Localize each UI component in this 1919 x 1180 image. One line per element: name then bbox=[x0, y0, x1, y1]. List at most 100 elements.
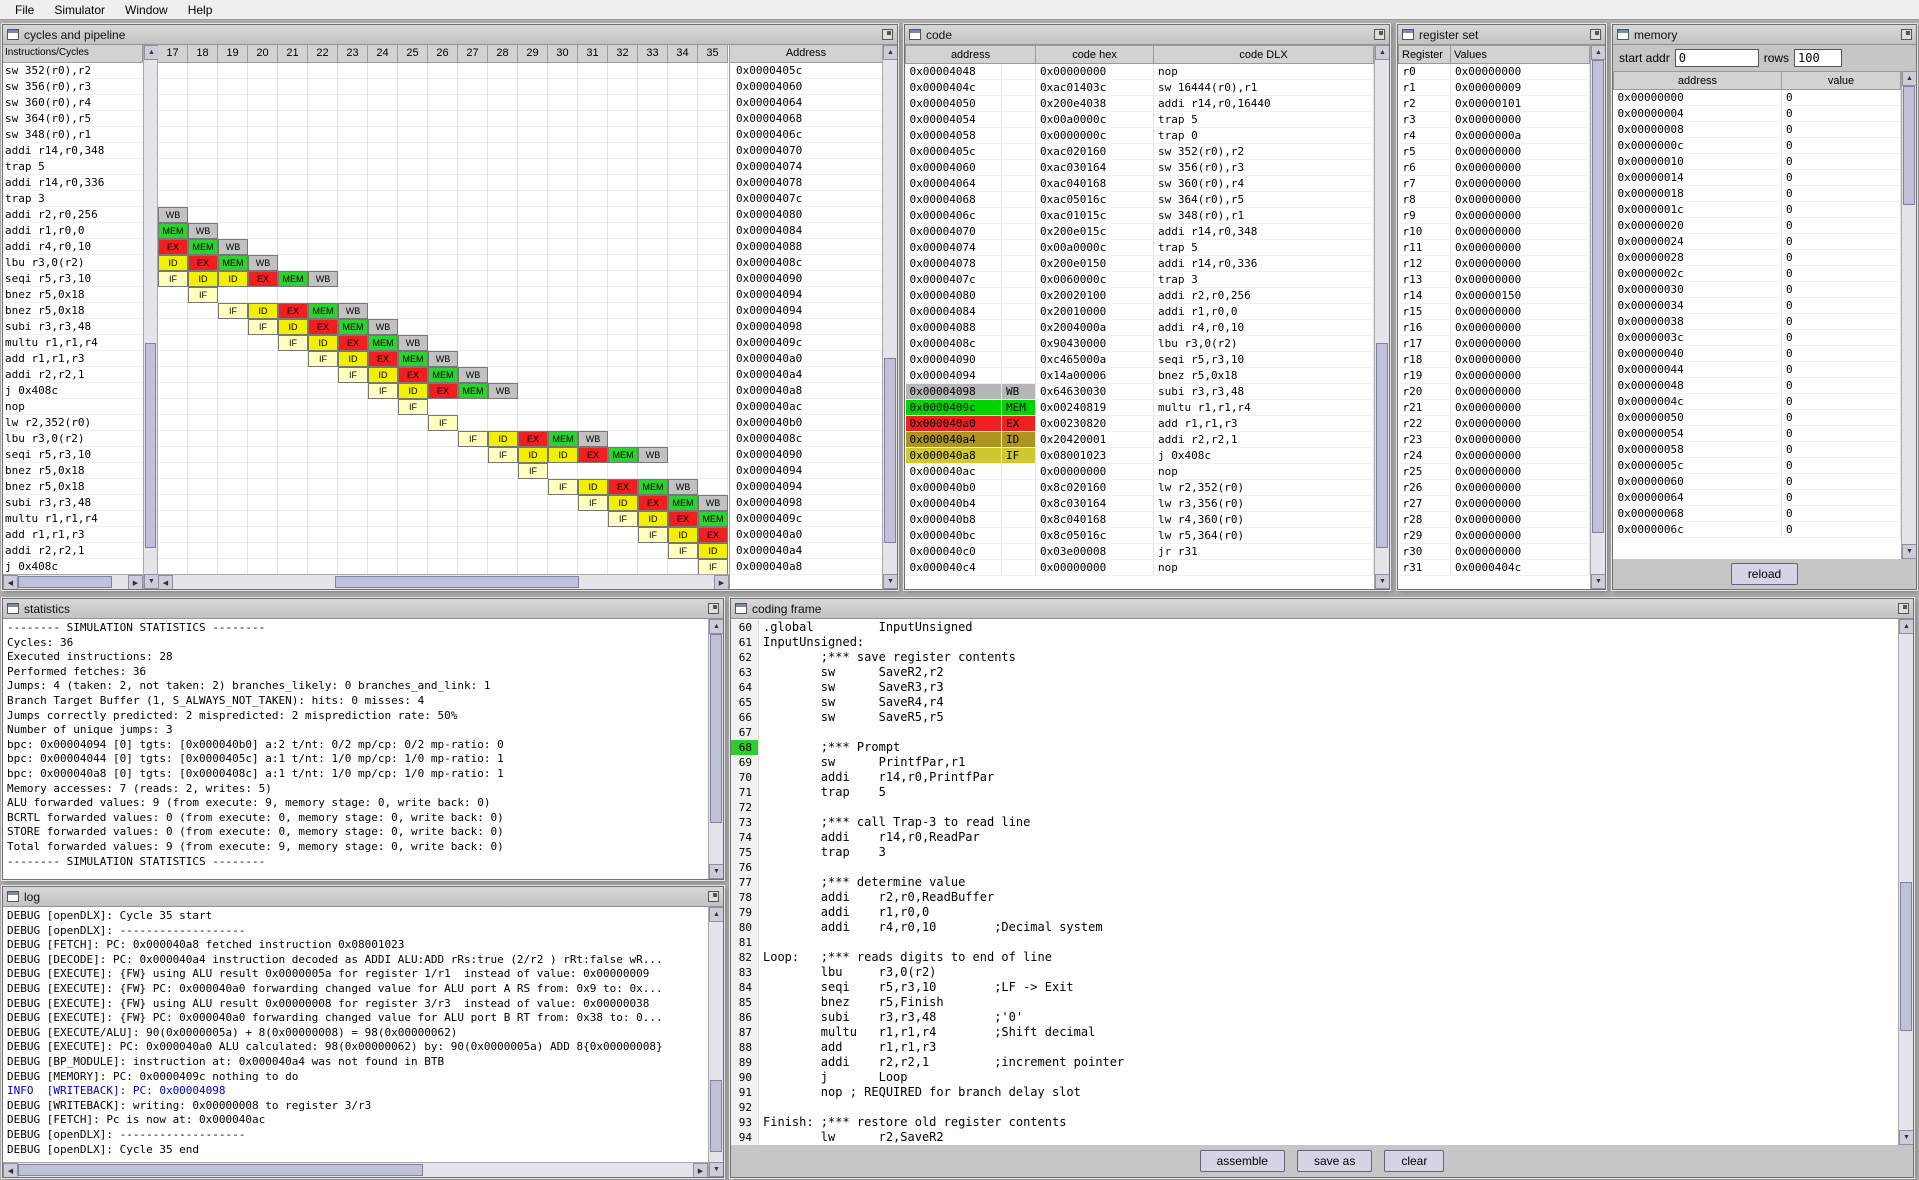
register-row[interactable]: r22 0x00000000 bbox=[1398, 415, 1590, 432]
code-titlebar[interactable]: code bbox=[905, 25, 1389, 45]
pipeline-address[interactable]: 0x00004084 bbox=[730, 223, 882, 239]
code-row[interactable]: 0x000040b4 0x8c030164 lw r3,356(r0) bbox=[905, 495, 1374, 512]
detach-icon[interactable] bbox=[882, 29, 893, 40]
scroll-left-button[interactable]: ◀ bbox=[3, 575, 18, 589]
pipeline-instruction[interactable]: lbu r3,0(r2) bbox=[3, 255, 143, 271]
scrollbar-track[interactable] bbox=[18, 1163, 693, 1177]
save-as-button[interactable]: save as bbox=[1296, 1150, 1373, 1172]
pipeline-instruction[interactable]: sw 348(r0),r1 bbox=[3, 127, 143, 143]
pipeline-address[interactable]: 0x000040a8 bbox=[730, 383, 882, 399]
scrollbar-track[interactable] bbox=[709, 634, 723, 864]
pipeline-grid-hscrollbar[interactable]: ◀ ▶ bbox=[158, 574, 729, 589]
memory-row[interactable]: 0x00000008 0 bbox=[1613, 121, 1901, 138]
pipeline-instruction[interactable]: sw 364(r0),r5 bbox=[3, 111, 143, 127]
memory-row[interactable]: 0x00000034 0 bbox=[1613, 297, 1901, 314]
detach-icon[interactable] bbox=[1901, 29, 1912, 40]
code-row[interactable]: 0x000040a8 IF 0x08001023 j 0x408c bbox=[905, 447, 1374, 464]
scrollbar-thumb[interactable] bbox=[710, 1080, 722, 1153]
scroll-right-button[interactable]: ▶ bbox=[693, 1163, 708, 1177]
pipeline-instruction[interactable]: bnez r5,0x18 bbox=[3, 303, 143, 319]
register-row[interactable]: r8 0x00000000 bbox=[1398, 191, 1590, 208]
pipeline-instruction[interactable]: addi r2,r0,256 bbox=[3, 207, 143, 223]
detach-icon[interactable] bbox=[1374, 29, 1385, 40]
register-row[interactable]: r31 0x0000404c bbox=[1398, 559, 1590, 576]
code-row[interactable]: 0x00004094 0x14a00006 bnez r5,0x18 bbox=[905, 367, 1374, 384]
scroll-up-button[interactable]: ▲ bbox=[709, 907, 723, 922]
scrollbar-thumb[interactable] bbox=[145, 342, 156, 549]
scrollbar-thumb[interactable] bbox=[335, 576, 579, 588]
pipeline-address[interactable]: 0x00004098 bbox=[730, 495, 882, 511]
pipeline-address[interactable]: 0x000040a0 bbox=[730, 351, 882, 367]
coding-vscrollbar[interactable]: ▲ ▼ bbox=[1898, 619, 1913, 1145]
reload-button[interactable]: reload bbox=[1730, 563, 1799, 585]
menu-simulator[interactable]: Simulator bbox=[45, 1, 114, 19]
pipeline-instruction[interactable]: seqi r5,r3,10 bbox=[3, 447, 143, 463]
code-row[interactable]: 0x000040b0 0x8c020160 lw r2,352(r0) bbox=[905, 479, 1374, 496]
pipeline-address[interactable]: 0x00004074 bbox=[730, 159, 882, 175]
register-row[interactable]: r3 0x00000000 bbox=[1398, 111, 1590, 128]
pipeline-instruction[interactable]: trap 3 bbox=[3, 191, 143, 207]
pipeline-address[interactable]: 0x0000408c bbox=[730, 255, 882, 271]
pipeline-instruction[interactable]: lw r2,352(r0) bbox=[3, 415, 143, 431]
memory-col-value[interactable]: value bbox=[1781, 71, 1901, 90]
code-row[interactable]: 0x00004048 0x00000000 nop bbox=[905, 63, 1374, 80]
clear-button[interactable]: clear bbox=[1384, 1150, 1445, 1172]
register-row[interactable]: r0 0x00000000 bbox=[1398, 63, 1590, 80]
memory-row[interactable]: 0x00000030 0 bbox=[1613, 281, 1901, 298]
register-row[interactable]: r30 0x00000000 bbox=[1398, 543, 1590, 560]
memory-row[interactable]: 0x00000000 0 bbox=[1613, 89, 1901, 106]
pipeline-address[interactable]: 0x00004090 bbox=[730, 447, 882, 463]
scroll-down-button[interactable]: ▼ bbox=[1375, 574, 1389, 589]
pipeline-address[interactable]: 0x000040ac bbox=[730, 399, 882, 415]
pipeline-address[interactable]: 0x00004098 bbox=[730, 319, 882, 335]
memory-row[interactable]: 0x0000000c 0 bbox=[1613, 137, 1901, 154]
register-row[interactable]: r5 0x00000000 bbox=[1398, 143, 1590, 160]
log-vscrollbar[interactable]: ▲ ▼ bbox=[708, 907, 723, 1177]
register-row[interactable]: r18 0x00000000 bbox=[1398, 351, 1590, 368]
pipeline-address[interactable]: 0x00004060 bbox=[730, 79, 882, 95]
code-row[interactable]: 0x00004088 0x2004000a addi r4,r0,10 bbox=[905, 319, 1374, 336]
scroll-up-button[interactable]: ▲ bbox=[1899, 619, 1913, 634]
register-col-name[interactable]: Register bbox=[1398, 45, 1451, 64]
pipeline-address[interactable]: 0x00004094 bbox=[730, 479, 882, 495]
pipeline-instruction[interactable]: sw 356(r0),r3 bbox=[3, 79, 143, 95]
pipeline-address-vscrollbar[interactable]: ▲ ▼ bbox=[882, 45, 897, 589]
scroll-up-button[interactable]: ▲ bbox=[1375, 45, 1389, 60]
pipeline-address[interactable]: 0x00004094 bbox=[730, 303, 882, 319]
memory-row[interactable]: 0x0000002c 0 bbox=[1613, 265, 1901, 282]
memory-row[interactable]: 0x00000024 0 bbox=[1613, 233, 1901, 250]
memory-row[interactable]: 0x00000028 0 bbox=[1613, 249, 1901, 266]
scroll-up-button[interactable]: ▲ bbox=[709, 619, 723, 634]
pipeline-instruction[interactable]: bnez r5,0x18 bbox=[3, 287, 143, 303]
memory-row[interactable]: 0x00000050 0 bbox=[1613, 409, 1901, 426]
code-vscrollbar[interactable]: ▲ ▼ bbox=[1374, 45, 1389, 589]
memory-vscrollbar[interactable]: ▲ ▼ bbox=[1901, 71, 1916, 559]
register-row[interactable]: r2 0x00000101 bbox=[1398, 95, 1590, 112]
code-row[interactable]: 0x00004060 0xac030164 sw 356(r0),r3 bbox=[905, 159, 1374, 176]
register-row[interactable]: r26 0x00000000 bbox=[1398, 479, 1590, 496]
code-row[interactable]: 0x00004068 0xac05016c sw 364(r0),r5 bbox=[905, 191, 1374, 208]
register-row[interactable]: r16 0x00000000 bbox=[1398, 319, 1590, 336]
register-row[interactable]: r6 0x00000000 bbox=[1398, 159, 1590, 176]
scroll-up-button[interactable]: ▲ bbox=[1902, 71, 1916, 86]
pipeline-instruction[interactable]: addi r14,r0,348 bbox=[3, 143, 143, 159]
register-row[interactable]: r28 0x00000000 bbox=[1398, 511, 1590, 528]
pipeline-address[interactable]: 0x0000407c bbox=[730, 191, 882, 207]
detach-icon[interactable] bbox=[708, 603, 719, 614]
scrollbar-track[interactable] bbox=[1902, 86, 1916, 544]
code-row[interactable]: 0x000040c0 0x03e00008 jr r31 bbox=[905, 543, 1374, 560]
pipeline-instruction[interactable]: subi r3,r3,48 bbox=[3, 319, 143, 335]
scroll-down-button[interactable]: ▼ bbox=[144, 574, 159, 589]
scrollbar-thumb[interactable] bbox=[1592, 60, 1604, 533]
code-col-dlx[interactable]: code DLX bbox=[1153, 45, 1374, 64]
register-col-values[interactable]: Values bbox=[1450, 45, 1590, 64]
pipeline-address[interactable]: 0x00004064 bbox=[730, 95, 882, 111]
scroll-left-button[interactable]: ◀ bbox=[158, 575, 173, 589]
code-row[interactable]: 0x00004074 0x00a0000c trap 5 bbox=[905, 239, 1374, 256]
code-row[interactable]: 0x00004064 0xac040168 sw 360(r0),r4 bbox=[905, 175, 1374, 192]
scrollbar-thumb[interactable] bbox=[1376, 342, 1388, 549]
pipeline-address[interactable]: 0x00004094 bbox=[730, 463, 882, 479]
scrollbar-thumb[interactable] bbox=[1900, 882, 1912, 1031]
pipeline-instruction[interactable]: seqi r5,r3,10 bbox=[3, 271, 143, 287]
pipeline-instruction[interactable]: add r1,r1,r3 bbox=[3, 351, 143, 367]
